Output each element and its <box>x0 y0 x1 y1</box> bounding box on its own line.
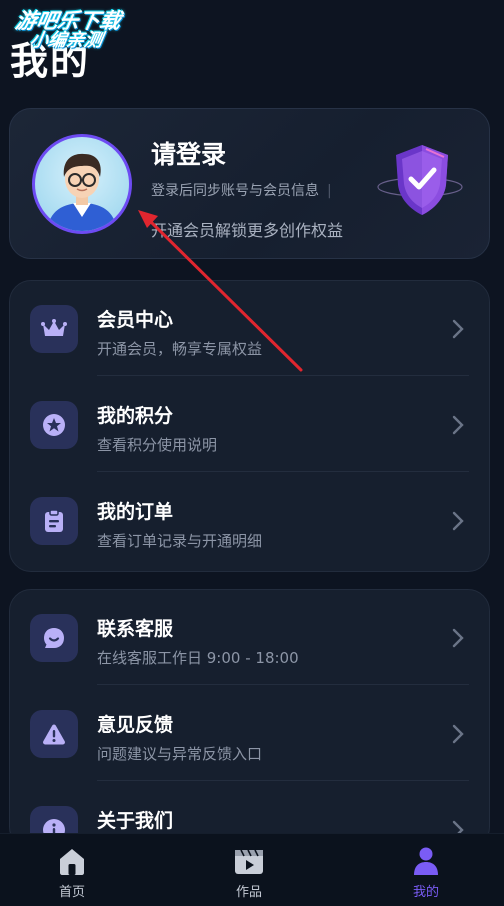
menu-item-desc: 问题建议与异常反馈入口 <box>97 745 263 763</box>
avatar[interactable] <box>32 134 132 234</box>
chevron-right-icon <box>452 319 464 339</box>
menu-card-account: 会员中心 开通会员，畅享专属权益 我的积分 查看积分使用说明 我的订单 查看订单… <box>9 280 490 572</box>
warning-icon <box>30 710 78 758</box>
menu-item-desc: 查看订单记录与开通明细 <box>97 532 263 550</box>
tab-label: 首页 <box>58 885 85 900</box>
tab-label: 我的 <box>412 885 439 900</box>
menu-item-feedback[interactable]: 意见反馈 问题建议与异常反馈入口 <box>10 686 489 781</box>
login-card[interactable]: 请登录 登录后同步账号与会员信息 | 开通会员解锁更多创作权益 <box>9 108 490 259</box>
home-icon <box>60 849 84 875</box>
vip-shield-icon <box>377 145 463 215</box>
menu-item-title: 我的积分 <box>97 405 174 427</box>
tab-home[interactable]: 首页 <box>12 834 132 906</box>
menu-card-support: 联系客服 在线客服工作日 9:00 - 18:00 意见反馈 问题建议与异常反馈… <box>9 589 490 849</box>
menu-item-member-center[interactable]: 会员中心 开通会员，畅享专属权益 <box>10 281 489 376</box>
crown-icon <box>30 305 78 353</box>
menu-item-customer-service[interactable]: 联系客服 在线客服工作日 9:00 - 18:00 <box>10 590 489 685</box>
menu-item-my-points[interactable]: 我的积分 查看积分使用说明 <box>10 377 489 472</box>
bottom-tab-bar: 首页 作品 我的 <box>0 833 504 906</box>
chevron-right-icon <box>452 724 464 744</box>
video-icon <box>235 849 263 874</box>
tab-works[interactable]: 作品 <box>189 834 309 906</box>
watermark-line2: 小编亲测 <box>28 30 105 52</box>
menu-item-title: 意见反馈 <box>97 714 174 736</box>
clipboard-icon <box>30 497 78 545</box>
tab-label: 作品 <box>235 885 262 900</box>
login-subtitle: 登录后同步账号与会员信息 | <box>151 180 332 200</box>
menu-item-title: 联系客服 <box>97 618 174 640</box>
menu-item-title: 关于我们 <box>97 810 174 832</box>
divider <box>97 684 469 685</box>
divider <box>97 780 469 781</box>
menu-item-desc: 在线客服工作日 9:00 - 18:00 <box>97 649 299 667</box>
login-subtitle-separator: | <box>327 183 332 199</box>
chevron-right-icon <box>452 415 464 435</box>
star-icon <box>30 401 78 449</box>
chevron-right-icon <box>452 511 464 531</box>
menu-item-my-orders[interactable]: 我的订单 查看订单记录与开通明细 <box>10 473 489 568</box>
login-subtitle-text: 登录后同步账号与会员信息 <box>151 183 319 199</box>
menu-item-desc: 开通会员，畅享专属权益 <box>97 340 263 358</box>
menu-item-desc: 查看积分使用说明 <box>97 436 218 454</box>
divider <box>97 375 469 376</box>
watermark-line1: 游吧乐下载 <box>13 9 123 33</box>
tab-mine[interactable]: 我的 <box>366 834 486 906</box>
divider <box>97 471 469 472</box>
chevron-right-icon <box>452 628 464 648</box>
watermark-logo: 游吧乐下载 小编亲测 <box>10 9 123 52</box>
menu-item-title: 会员中心 <box>97 309 174 331</box>
login-promo-text: 开通会员解锁更多创作权益 <box>151 221 344 240</box>
chat-smile-icon <box>30 614 78 662</box>
avatar-illustration <box>47 153 117 231</box>
user-icon <box>414 847 438 875</box>
menu-item-title: 我的订单 <box>97 501 174 523</box>
login-title[interactable]: 请登录 <box>151 135 226 171</box>
